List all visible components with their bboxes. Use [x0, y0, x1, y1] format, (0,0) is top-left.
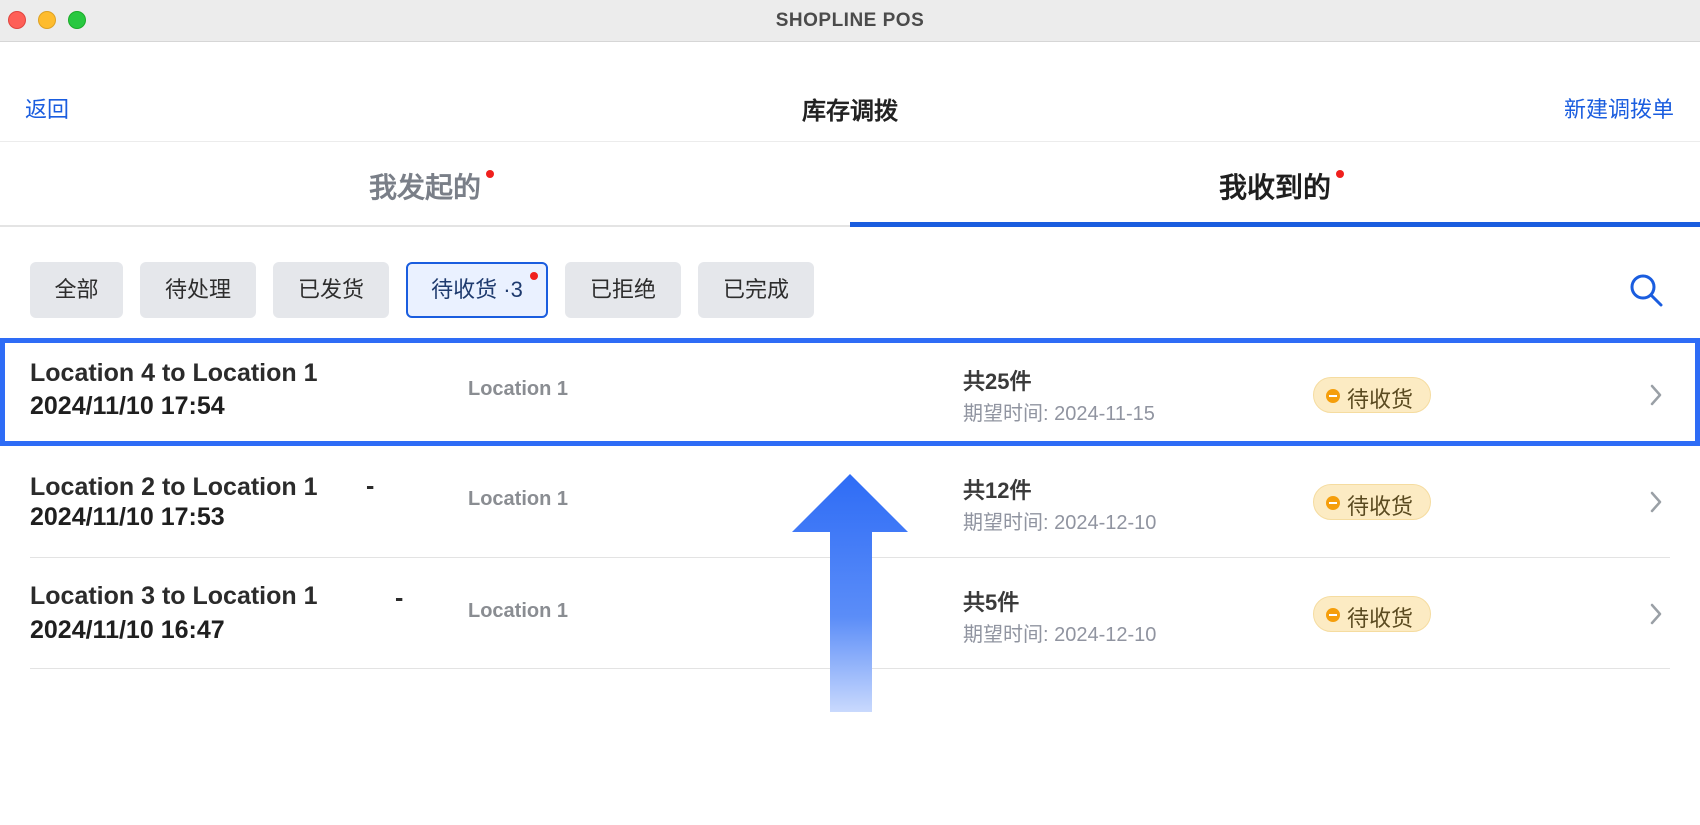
status-badge-label: 待收货 [1347, 494, 1414, 519]
filter-to-receive[interactable]: 待收货 ·3 [406, 262, 548, 318]
filter-rejected[interactable]: 已拒绝 [565, 262, 681, 318]
item-count: 共5件 [963, 590, 1020, 615]
search-icon[interactable] [1628, 272, 1664, 308]
notification-dot [1336, 170, 1344, 178]
item-count: 共25件 [963, 369, 1032, 394]
status-badge-label: 待收货 [1347, 387, 1414, 412]
window-titlebar: SHOPLINE POS [0, 0, 1700, 42]
notification-dot [530, 272, 538, 280]
status-dot-icon [1326, 608, 1340, 622]
destination-location: Location 1 [468, 600, 569, 622]
filter-pending[interactable]: 待处理 [140, 262, 256, 318]
expected-date: 期望时间: 2024-12-10 [963, 512, 1157, 534]
status-dot-icon [1326, 389, 1340, 403]
chevron-right-icon [1650, 491, 1662, 513]
active-tab-indicator [850, 222, 1700, 227]
expected-date: 期望时间: 2024-11-15 [963, 403, 1155, 425]
tab-received[interactable]: 我收到的 [850, 142, 1700, 227]
tab-received-label: 我收到的 [1218, 172, 1331, 203]
transfer-date: 2024/11/10 17:53 [30, 503, 225, 531]
transfer-route: Location 3 to Location 1 [30, 582, 318, 610]
page-title: 库存调拨 [802, 98, 898, 125]
item-count: 共12件 [963, 478, 1032, 503]
transfer-date: 2024/11/10 16:47 [30, 616, 225, 644]
transfer-route: Location 4 to Location 1 [30, 359, 318, 387]
chevron-right-icon [1650, 603, 1662, 625]
status-badge: 待收货 [1313, 377, 1431, 413]
chevron-right-icon [1650, 384, 1662, 406]
row-dash: - [366, 472, 375, 500]
tab-bar: 我发起的 我收到的 [0, 142, 1700, 227]
transfer-row[interactable]: Location 4 to Location 1 2024/11/10 17:5… [0, 338, 1700, 446]
window-title: SHOPLINE POS [775, 10, 925, 31]
filter-shipped[interactable]: 已发货 [273, 262, 389, 318]
destination-location: Location 1 [468, 488, 569, 510]
row-dash: - [395, 584, 404, 612]
status-badge: 待收货 [1313, 596, 1431, 632]
tab-initiated-label: 我发起的 [368, 172, 481, 203]
tab-initiated[interactable]: 我发起的 [0, 142, 850, 227]
page-header: 返回 库存调拨 新建调拨单 [0, 42, 1700, 142]
filter-all[interactable]: 全部 [30, 262, 123, 318]
transfer-route: Location 2 to Location 1 [30, 473, 318, 501]
filter-completed[interactable]: 已完成 [698, 262, 814, 318]
new-transfer-button[interactable]: 新建调拨单 [1564, 92, 1674, 124]
up-arrow-icon [792, 474, 908, 712]
status-badge-label: 待收货 [1347, 606, 1414, 631]
status-badge: 待收货 [1313, 484, 1431, 520]
status-dot-icon [1326, 496, 1340, 510]
notification-dot [486, 170, 494, 178]
transfer-date: 2024/11/10 17:54 [30, 392, 225, 420]
expected-date: 期望时间: 2024-12-10 [963, 624, 1157, 646]
filter-to-receive-label: 待收货 ·3 [431, 277, 523, 302]
destination-location: Location 1 [468, 378, 569, 400]
